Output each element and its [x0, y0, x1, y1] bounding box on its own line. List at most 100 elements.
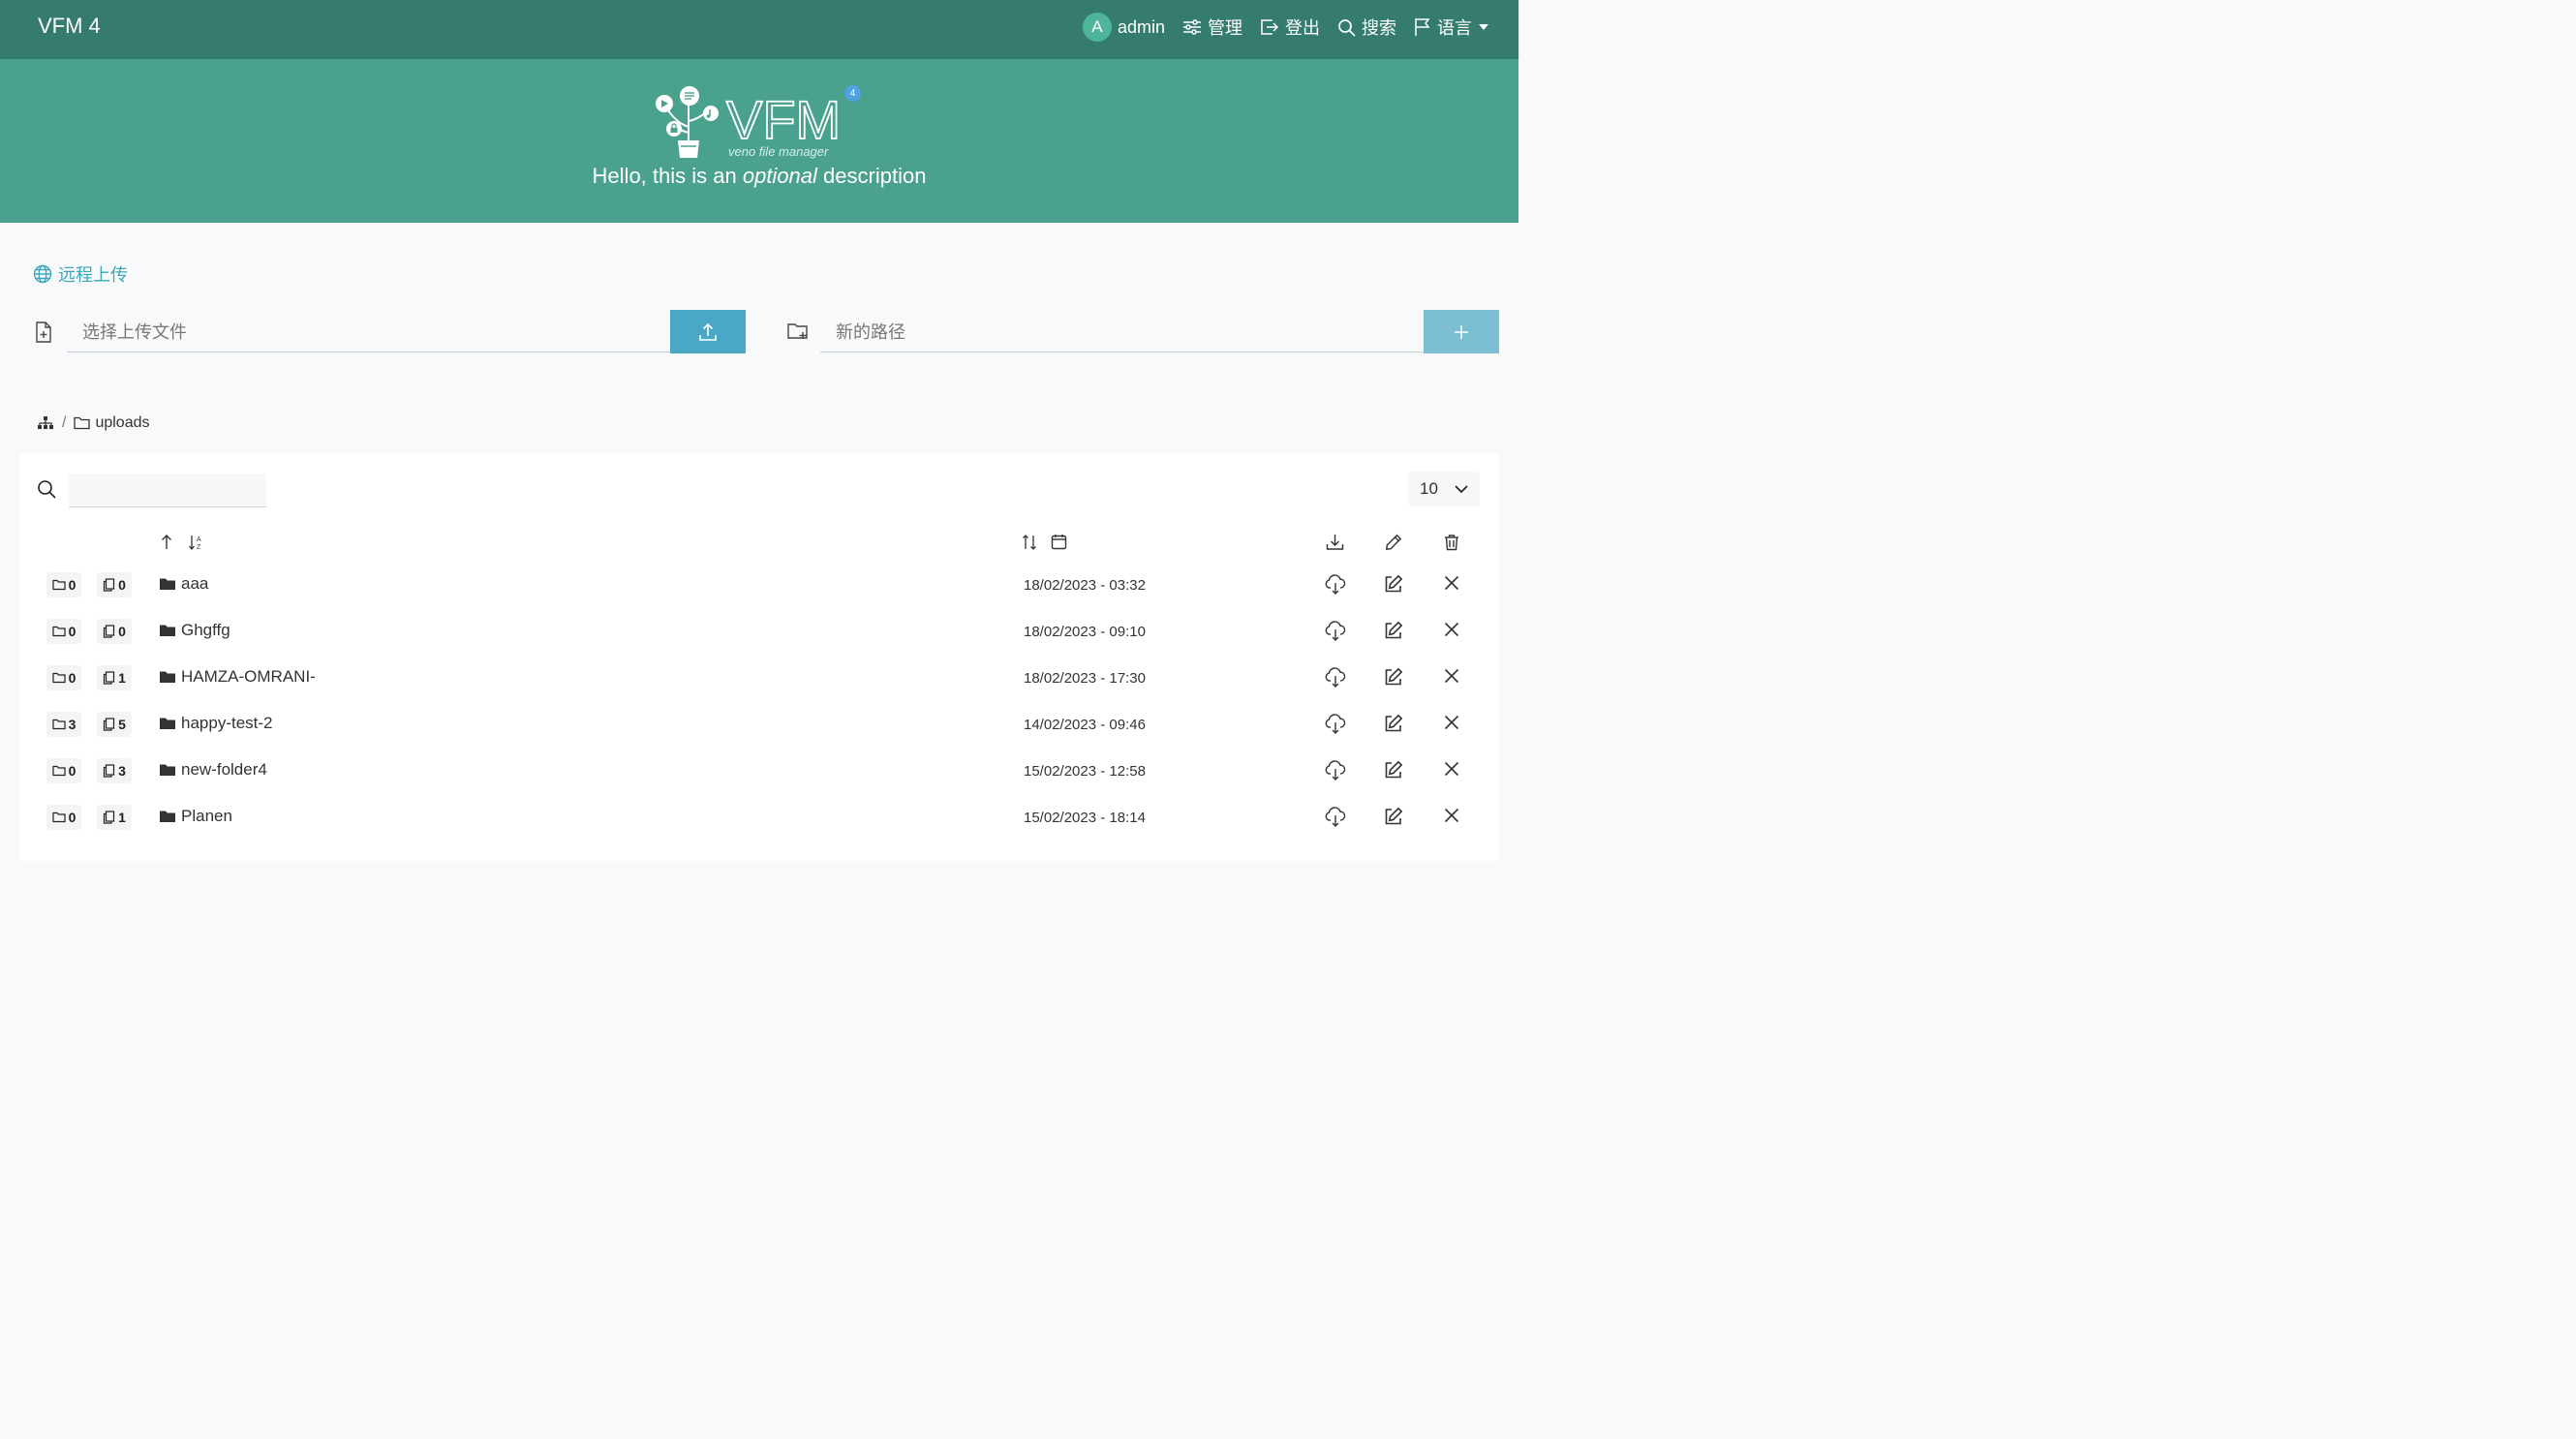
folder-name: Planen [181, 807, 232, 825]
file-copy-icon [103, 625, 115, 638]
cloud-download-icon[interactable] [1325, 807, 1346, 828]
logo-text: VFM [726, 89, 841, 150]
folder-icon [160, 717, 175, 730]
search-link[interactable]: 搜索 [1337, 15, 1396, 40]
svg-text:A: A [197, 536, 201, 543]
create-folder-button[interactable] [1424, 310, 1499, 353]
table-search-input[interactable] [69, 474, 266, 507]
folder-plus-icon [787, 321, 809, 341]
upload-button[interactable] [670, 310, 746, 353]
folder-link[interactable]: Ghgffg [160, 621, 230, 640]
folder-count-badge: 3 [46, 712, 81, 737]
folder-link[interactable]: Planen [160, 807, 232, 826]
page-size-value: 10 [1420, 479, 1438, 498]
folder-icon [160, 763, 175, 777]
search-icon [37, 479, 56, 499]
file-count-badge: 1 [97, 805, 132, 830]
rename-icon[interactable] [1384, 807, 1403, 826]
manage-link[interactable]: 管理 [1182, 15, 1242, 40]
search-icon [1337, 18, 1356, 37]
pencil-header-icon[interactable] [1385, 534, 1402, 551]
file-copy-icon [103, 764, 115, 778]
chevron-down-icon [1455, 484, 1468, 494]
folder-count-badge: 0 [46, 619, 81, 644]
cloud-download-icon[interactable] [1325, 667, 1346, 689]
folder-icon [160, 810, 175, 823]
modified-date: 18/02/2023 - 09:10 [1024, 624, 1146, 640]
desc-hello: Hello, [592, 164, 647, 188]
search-label: 搜索 [1362, 18, 1396, 38]
user-menu[interactable]: A admin [1082, 13, 1165, 42]
brand-title[interactable]: VFM 4 [38, 14, 101, 39]
language-dropdown[interactable]: 语言 [1414, 15, 1489, 40]
file-count: 3 [118, 763, 126, 779]
folder-small-icon [51, 719, 66, 730]
rename-icon[interactable] [1384, 760, 1403, 780]
cloud-download-icon[interactable] [1325, 714, 1346, 735]
table-row: 0 0 Ghgffg 18/02/2023 - 09:10 [19, 609, 1499, 656]
close-icon[interactable] [1443, 760, 1460, 778]
cloud-download-icon[interactable] [1325, 574, 1346, 596]
modified-date: 18/02/2023 - 03:32 [1024, 577, 1146, 594]
file-count-badge: 0 [97, 619, 132, 644]
file-count: 0 [118, 577, 126, 593]
sort-date-icon[interactable] [1022, 534, 1037, 551]
close-icon[interactable] [1443, 574, 1460, 592]
cloud-download-icon[interactable] [1325, 760, 1346, 781]
remote-upload-link[interactable]: 远程上传 [33, 261, 128, 287]
file-count-badge: 5 [97, 712, 132, 737]
table-row: 0 0 aaa 18/02/2023 - 03:32 [19, 563, 1499, 609]
rename-icon[interactable] [1384, 667, 1403, 687]
file-count-badge: 3 [97, 758, 132, 783]
logout-label: 登出 [1285, 18, 1320, 38]
logo-subtitle: veno file manager [728, 144, 829, 159]
sitemap-icon[interactable] [37, 415, 54, 431]
download-header-icon[interactable] [1326, 534, 1344, 551]
desc-mid: this is an [646, 164, 743, 188]
folder-name: aaa [181, 574, 209, 593]
sort-up-icon[interactable] [160, 534, 173, 551]
page-size-select[interactable]: 10 [1408, 472, 1480, 506]
sort-alpha-icon[interactable]: A Z [188, 534, 205, 551]
folder-link[interactable]: happy-test-2 [160, 714, 273, 733]
close-icon[interactable] [1443, 807, 1460, 824]
folder-small-icon [51, 765, 66, 777]
caret-down-icon [1478, 23, 1489, 31]
file-copy-icon [103, 578, 115, 592]
desc-emphasis: optional [742, 164, 817, 188]
cloud-download-icon[interactable] [1325, 621, 1346, 642]
folder-link[interactable]: aaa [160, 574, 208, 594]
folder-link[interactable]: HAMZA-OMRANI- [160, 667, 316, 687]
new-folder-input[interactable]: 新的路径 [820, 310, 1425, 352]
close-icon[interactable] [1443, 667, 1460, 685]
rename-icon[interactable] [1384, 574, 1403, 594]
breadcrumb-current[interactable]: uploads [74, 414, 150, 432]
folder-count: 0 [68, 670, 77, 686]
close-icon[interactable] [1443, 714, 1460, 731]
folder-count: 3 [68, 717, 77, 732]
folder-small-icon [51, 811, 66, 823]
file-copy-icon [103, 811, 115, 824]
logout-link[interactable]: 登出 [1260, 15, 1320, 40]
language-label: 语言 [1437, 18, 1472, 38]
rename-icon[interactable] [1384, 621, 1403, 640]
folder-name: happy-test-2 [181, 714, 273, 732]
file-select-placeholder: 选择上传文件 [82, 321, 187, 342]
trash-header-icon[interactable] [1443, 534, 1460, 551]
desc-end: description [816, 164, 927, 188]
folder-link[interactable]: new-folder4 [160, 760, 267, 780]
folder-count-badge: 0 [46, 665, 81, 690]
file-copy-icon [103, 671, 115, 685]
sliders-icon [1182, 18, 1202, 36]
folder-count: 0 [68, 810, 77, 825]
modified-date: 15/02/2023 - 12:58 [1024, 763, 1146, 780]
close-icon[interactable] [1443, 621, 1460, 638]
logout-icon [1260, 18, 1279, 36]
modified-date: 18/02/2023 - 17:30 [1024, 670, 1146, 687]
table-row: 0 1 HAMZA-OMRANI- 18/02/2023 - 17:30 [19, 656, 1499, 702]
rename-icon[interactable] [1384, 714, 1403, 733]
file-count: 1 [118, 810, 126, 825]
file-copy-icon [103, 718, 115, 731]
file-select-input[interactable]: 选择上传文件 [67, 310, 671, 352]
folder-name: new-folder4 [181, 760, 267, 779]
